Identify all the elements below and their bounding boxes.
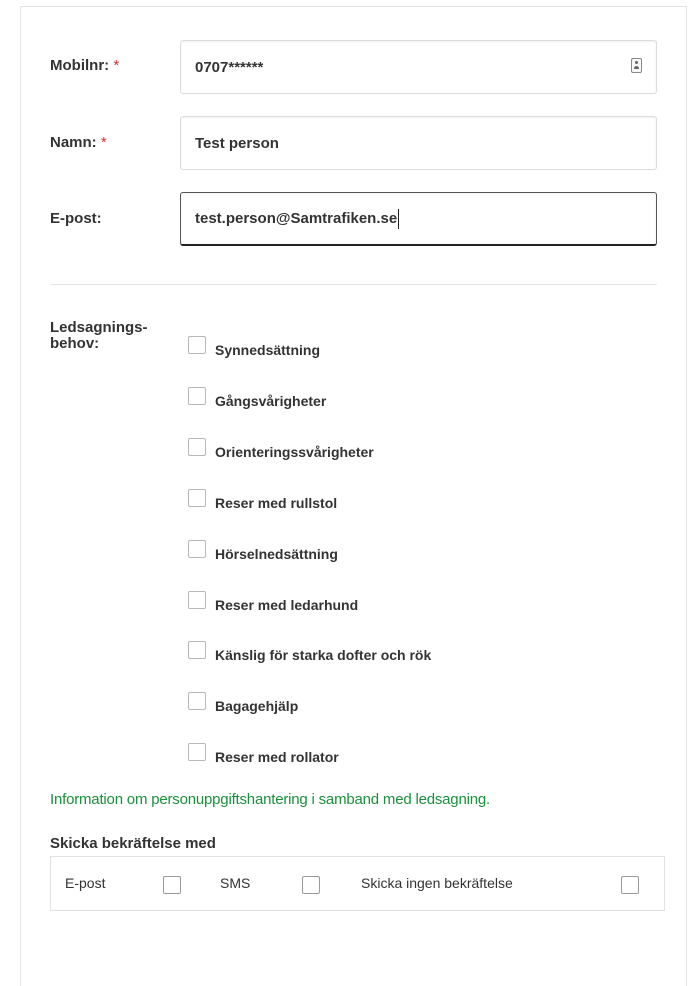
- checkbox[interactable]: [188, 692, 206, 710]
- privacy-info-link[interactable]: Information om personuppgiftshantering i…: [50, 791, 490, 808]
- checkbox[interactable]: [188, 743, 206, 761]
- contact-card-icon[interactable]: [631, 58, 642, 73]
- checkbox[interactable]: [188, 438, 206, 456]
- checkbox[interactable]: [188, 336, 206, 354]
- need-option-kanslig-dofter[interactable]: Känslig för starka dofter och rök: [188, 637, 431, 663]
- need-option-gangsvarigheter[interactable]: Gångsvårigheter: [188, 383, 326, 409]
- name-input-value: Test person: [195, 134, 279, 152]
- need-option-horselnedsattning[interactable]: Hörselnedsättning: [188, 536, 338, 562]
- email-input-value: test.person@Samtrafiken.se: [195, 210, 398, 227]
- need-option-ledarhund[interactable]: Reser med ledarhund: [188, 587, 358, 613]
- mobile-input-value: 0707******: [195, 58, 264, 76]
- required-marker: *: [113, 57, 120, 74]
- checkbox[interactable]: [188, 591, 206, 609]
- required-marker: *: [100, 134, 107, 151]
- need-option-synnedsattning[interactable]: Synnedsättning: [188, 332, 320, 358]
- assistance-needs-label: Ledsagnings- behov:: [50, 319, 148, 352]
- confirm-sms-checkbox[interactable]: [302, 876, 320, 894]
- need-option-rullstol[interactable]: Reser med rullstol: [188, 485, 337, 511]
- confirmation-options: E-post SMS Skicka ingen bekräftelse: [50, 856, 665, 911]
- email-input[interactable]: test.person@Samtrafiken.se: [180, 192, 657, 246]
- text-caret: [398, 208, 400, 229]
- confirm-none-checkbox[interactable]: [621, 876, 639, 894]
- checkbox[interactable]: [188, 540, 206, 558]
- confirm-sms-label: SMS: [220, 875, 251, 891]
- name-input[interactable]: Test person: [180, 116, 657, 170]
- need-option-orienteringssvarigheter[interactable]: Orienteringssvårigheter: [188, 434, 374, 460]
- confirm-email-label: E-post: [65, 875, 106, 891]
- email-label: E-post:: [50, 210, 102, 227]
- checkbox[interactable]: [188, 641, 206, 659]
- need-option-rollator[interactable]: Reser med rollator: [188, 739, 339, 765]
- checkbox[interactable]: [188, 489, 206, 507]
- name-label: Namn: *: [50, 134, 107, 151]
- confirm-email-checkbox[interactable]: [163, 876, 181, 894]
- mobile-label: Mobilnr: *: [50, 57, 120, 74]
- confirm-none-label: Skicka ingen bekräftelse: [361, 875, 513, 891]
- divider: [50, 284, 657, 285]
- need-option-bagagehjalp[interactable]: Bagagehjälp: [188, 688, 298, 714]
- confirmation-title: Skicka bekräftelse med: [50, 835, 216, 852]
- mobile-input[interactable]: 0707******: [180, 40, 657, 94]
- checkbox[interactable]: [188, 387, 206, 405]
